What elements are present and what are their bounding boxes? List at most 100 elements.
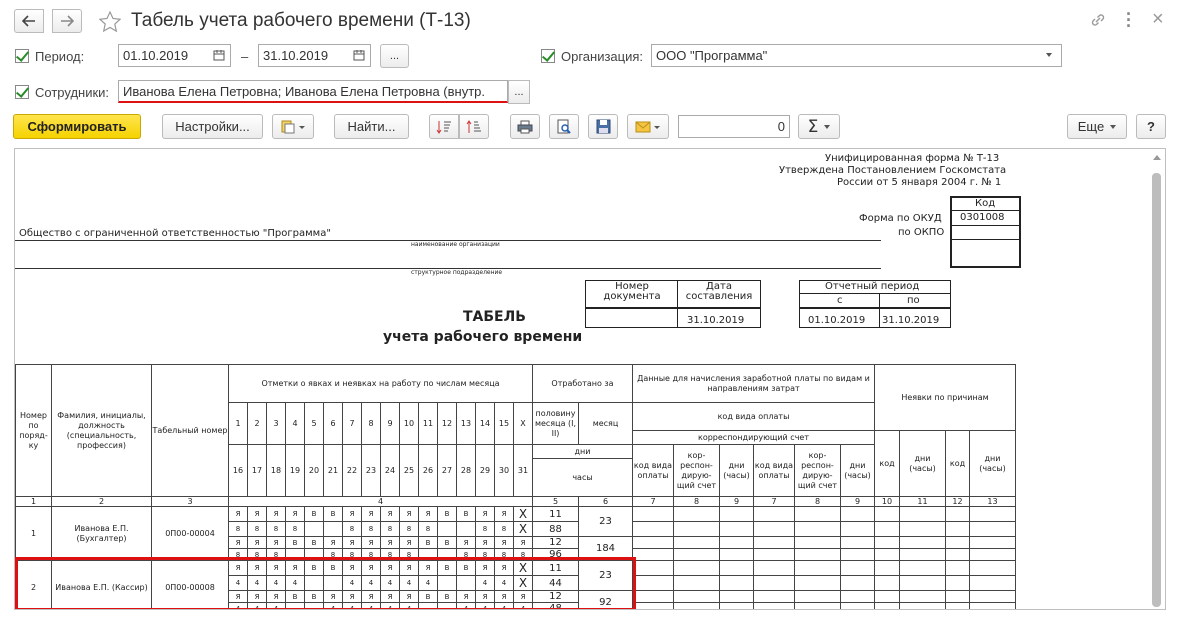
empty-cell	[719, 536, 754, 549]
empty-cell	[840, 521, 875, 537]
code-divider	[950, 210, 1021, 211]
forward-button[interactable]	[52, 9, 82, 33]
send-email-button[interactable]	[627, 114, 669, 139]
window-title: Табель учета рабочего времени (Т-13)	[131, 10, 471, 31]
scroll-up-icon[interactable]	[1153, 155, 1161, 160]
day-mark: Я	[247, 536, 267, 549]
sum-value: 0	[777, 119, 785, 134]
star-icon[interactable]	[99, 11, 121, 32]
day-mark: Я	[361, 536, 381, 549]
empty-cell	[899, 536, 946, 549]
table-row: 1 Иванова Е.П. (Бухгалтер) 0П00-00004 Я Я Я Я В…	[15, 506, 1016, 561]
menu-icon[interactable]: · · ·	[1126, 5, 1132, 35]
preview-button[interactable]	[549, 114, 579, 139]
empty-cell	[753, 548, 795, 561]
day-mark: Я	[399, 590, 419, 603]
back-button[interactable]	[14, 9, 44, 33]
period-select-button[interactable]: ...	[380, 44, 409, 68]
more-button[interactable]: Еще	[1067, 114, 1127, 139]
day-mark: Я	[247, 506, 267, 522]
generate-button[interactable]: Сформировать	[13, 114, 141, 139]
table-row: 2 Иванова Е.П. (Кассир) 0П00-00008 Я Я Я Я В В Я Я…	[15, 560, 1016, 609]
half-month-value: 12	[532, 536, 579, 549]
empty-cell	[632, 560, 674, 576]
day-mark: Я	[247, 560, 267, 576]
day-mark: В	[456, 560, 476, 576]
day-mark: 4	[285, 575, 305, 591]
okpo-label: по ОКПО	[898, 227, 945, 238]
org-checkbox[interactable]	[541, 49, 555, 63]
day-mark	[323, 521, 343, 537]
employees-checkbox[interactable]	[15, 85, 29, 99]
calendar-icon[interactable]	[353, 49, 365, 61]
day-mark: Я	[247, 590, 267, 603]
sum-mode-button[interactable]: Σ	[798, 114, 840, 139]
half-month-value: 12	[532, 590, 579, 603]
chevron-down-icon[interactable]	[1046, 53, 1052, 57]
empty-cell	[719, 521, 754, 537]
help-button[interactable]: ?	[1136, 114, 1166, 139]
sort-asc-button[interactable]	[429, 114, 459, 139]
col-header-num: Номер по поряд-ку	[15, 364, 52, 497]
sum-field[interactable]: 0	[678, 115, 790, 138]
day-mark: 8	[361, 521, 381, 537]
find-button[interactable]: Найти...	[334, 114, 409, 139]
empty-cell	[969, 548, 1016, 561]
day-mark: 8	[418, 521, 438, 537]
sort-desc-button[interactable]	[459, 114, 489, 139]
link-icon[interactable]	[1090, 12, 1106, 28]
okud-label: Форма по ОКУД	[859, 213, 942, 224]
day-mark: 4	[380, 602, 400, 609]
empty-cell	[753, 536, 795, 549]
day-header: 26	[418, 444, 438, 497]
empty-cell	[969, 575, 1016, 591]
half-month-value: 48	[532, 602, 579, 609]
empty-cell	[969, 560, 1016, 576]
settings-button[interactable]: Настройки...	[162, 114, 263, 139]
form-line-1: Унифицированная форма № Т-13	[825, 153, 1000, 164]
empty-cell	[945, 521, 970, 537]
empty-cell	[794, 602, 841, 609]
col-header-paycode: код вида оплаты	[632, 402, 875, 431]
empty-cell	[899, 575, 946, 591]
print-button[interactable]	[510, 114, 540, 139]
day-mark: 8	[380, 521, 400, 537]
day-header: 1	[228, 402, 248, 445]
col-number: 8	[673, 496, 720, 507]
col-number: 6	[578, 496, 633, 507]
day-mark: Я	[323, 590, 343, 603]
day-mark: Я	[513, 590, 533, 603]
close-icon[interactable]: ×	[1152, 8, 1164, 31]
org-name: Общество с ограниченной ответственностью…	[19, 228, 331, 239]
empty-cell	[753, 602, 795, 609]
calendar-icon[interactable]	[213, 49, 225, 61]
day-mark: Я	[323, 536, 343, 549]
day-mark: В	[456, 506, 476, 522]
code-divider	[950, 225, 1021, 226]
org-label: Организация:	[561, 49, 644, 64]
scrollbar[interactable]	[1151, 151, 1163, 607]
period-header: Отчетный период	[825, 281, 920, 292]
arrow-right-icon	[61, 15, 74, 27]
save-button[interactable]	[588, 114, 618, 139]
doc-date-header: Дата составления	[685, 281, 753, 302]
month-total: 23	[578, 560, 633, 591]
report-sheet[interactable]: Унифицированная форма № Т-13 Утверждена …	[14, 148, 1166, 610]
day-mark	[285, 548, 305, 561]
col-header-days: дни	[532, 444, 633, 459]
day-mark: 8	[494, 548, 514, 561]
empty-cell	[945, 536, 970, 549]
empty-cell	[719, 548, 754, 561]
org-field[interactable]: ООО "Программа"	[651, 44, 1062, 67]
empty-cell	[899, 590, 946, 603]
employees-field[interactable]: Иванова Елена Петровна; Иванова Елена Пе…	[118, 80, 508, 103]
day-mark: Я	[285, 560, 305, 576]
col-header-code: код	[874, 430, 900, 497]
day-mark: Я	[475, 506, 495, 522]
empty-cell	[673, 521, 720, 537]
period-from-value: 01.10.2019	[808, 315, 866, 326]
period-checkbox[interactable]	[15, 49, 29, 63]
scroll-thumb[interactable]	[1152, 173, 1161, 607]
day-mark: В	[437, 590, 457, 603]
variants-button[interactable]	[272, 114, 314, 139]
